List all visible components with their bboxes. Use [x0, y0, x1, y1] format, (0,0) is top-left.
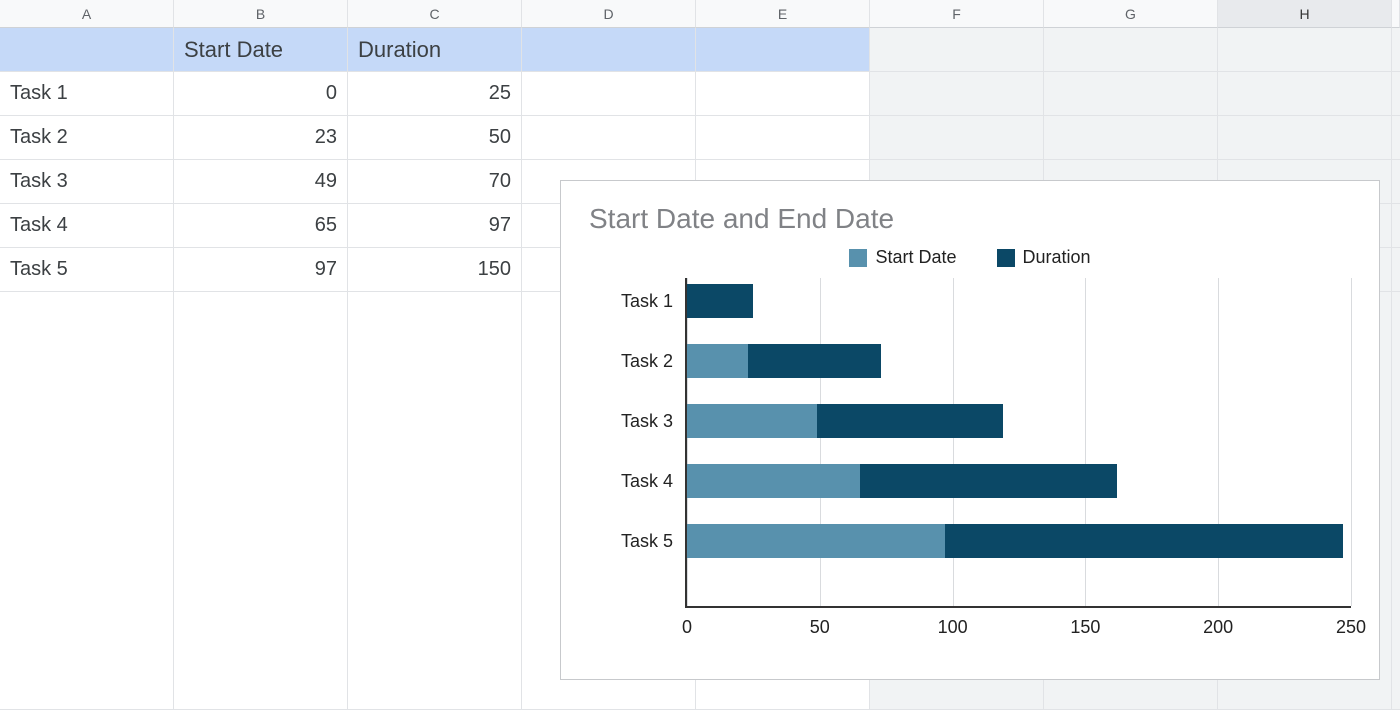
- cell-c2[interactable]: 25: [348, 72, 522, 116]
- legend-label-duration: Duration: [1023, 247, 1091, 268]
- cell-f1[interactable]: [870, 28, 1044, 72]
- y-axis-label: Task 5: [621, 531, 673, 552]
- cell-g2[interactable]: [1044, 72, 1218, 116]
- x-tick-label: 100: [938, 617, 968, 638]
- cell-filler-2: [1392, 72, 1400, 116]
- x-tick-label: 150: [1070, 617, 1100, 638]
- row-3: Task 2 23 50: [0, 116, 1400, 160]
- chart-bar-row: Task 5: [687, 524, 1351, 558]
- cell-filler-4: [1392, 160, 1400, 204]
- cell-h2[interactable]: [1218, 72, 1392, 116]
- chart-legend: Start Date Duration: [589, 247, 1351, 268]
- col-header-g[interactable]: G: [1044, 0, 1218, 28]
- y-axis-label: Task 4: [621, 471, 673, 492]
- bar-segment-duration: [860, 464, 1118, 498]
- col-header-a[interactable]: A: [0, 0, 174, 28]
- cell-b2[interactable]: 0: [174, 72, 348, 116]
- cell-e3[interactable]: [696, 116, 870, 160]
- legend-swatch-start: [849, 249, 867, 267]
- legend-swatch-duration: [997, 249, 1015, 267]
- chart-panel[interactable]: Start Date and End Date Start Date Durat…: [560, 180, 1380, 680]
- cell-h3[interactable]: [1218, 116, 1392, 160]
- col-header-d[interactable]: D: [522, 0, 696, 28]
- legend-item-duration: Duration: [997, 247, 1091, 268]
- cell-filler-3: [1392, 116, 1400, 160]
- legend-label-start: Start Date: [875, 247, 956, 268]
- bar-segment-start: [687, 344, 748, 378]
- cell-b4[interactable]: 49: [174, 160, 348, 204]
- chart-title: Start Date and End Date: [589, 203, 1351, 235]
- cell-a18[interactable]: [0, 666, 174, 710]
- cell-c18[interactable]: [348, 666, 522, 710]
- legend-item-start: Start Date: [849, 247, 956, 268]
- chart-bar-row: Task 4: [687, 464, 1351, 498]
- bar-segment-start: [687, 404, 817, 438]
- cell-g1[interactable]: [1044, 28, 1218, 72]
- gridline: [1351, 278, 1352, 606]
- bar-segment-duration: [817, 404, 1003, 438]
- chart-bar-row: Task 3: [687, 404, 1351, 438]
- cell-c6[interactable]: 150: [348, 248, 522, 292]
- bar-segment-duration: [687, 284, 753, 318]
- cell-e1[interactable]: [696, 28, 870, 72]
- cell-a4[interactable]: Task 3: [0, 160, 174, 204]
- row-2: Task 1 0 25: [0, 72, 1400, 116]
- cell-a1[interactable]: [0, 28, 174, 72]
- x-tick-label: 50: [810, 617, 830, 638]
- cell-b1[interactable]: Start Date: [174, 28, 348, 72]
- cell-d2[interactable]: [522, 72, 696, 116]
- cell-f2[interactable]: [870, 72, 1044, 116]
- col-header-e[interactable]: E: [696, 0, 870, 28]
- cell-b6[interactable]: 97: [174, 248, 348, 292]
- bar-segment-duration: [945, 524, 1343, 558]
- cell-c3[interactable]: 50: [348, 116, 522, 160]
- cell-f3[interactable]: [870, 116, 1044, 160]
- chart-plot-area: 050100150200250Task 1Task 2Task 3Task 4T…: [685, 278, 1351, 608]
- cell-h1[interactable]: [1218, 28, 1392, 72]
- cell-filler-1: [1392, 28, 1400, 72]
- col-header-f[interactable]: F: [870, 0, 1044, 28]
- y-axis-label: Task 2: [621, 351, 673, 372]
- row-1: Start Date Duration: [0, 28, 1400, 72]
- cell-d1[interactable]: [522, 28, 696, 72]
- col-header-b[interactable]: B: [174, 0, 348, 28]
- y-axis-label: Task 1: [621, 291, 673, 312]
- cell-filler-5: [1392, 204, 1400, 248]
- chart-bar-row: Task 2: [687, 344, 1351, 378]
- column-headers: A B C D E F G H: [0, 0, 1400, 28]
- bar-segment-duration: [748, 344, 881, 378]
- cell-filler-6: [1392, 248, 1400, 292]
- chart-plot: 050100150200250Task 1Task 2Task 3Task 4T…: [589, 278, 1351, 648]
- cell-filler-18: [1392, 666, 1400, 710]
- x-tick-label: 200: [1203, 617, 1233, 638]
- bar-segment-start: [687, 524, 945, 558]
- x-tick-label: 0: [682, 617, 692, 638]
- cell-g3[interactable]: [1044, 116, 1218, 160]
- col-header-filler: [1392, 0, 1400, 28]
- chart-bar-row: Task 1: [687, 284, 1351, 318]
- y-axis-label: Task 3: [621, 411, 673, 432]
- cell-a2[interactable]: Task 1: [0, 72, 174, 116]
- col-header-c[interactable]: C: [348, 0, 522, 28]
- cell-a3[interactable]: Task 2: [0, 116, 174, 160]
- cell-b3[interactable]: 23: [174, 116, 348, 160]
- col-header-h[interactable]: H: [1218, 0, 1392, 28]
- bar-segment-start: [687, 464, 860, 498]
- cell-d3[interactable]: [522, 116, 696, 160]
- x-tick-label: 250: [1336, 617, 1366, 638]
- cell-c4[interactable]: 70: [348, 160, 522, 204]
- cell-b5[interactable]: 65: [174, 204, 348, 248]
- cell-a6[interactable]: Task 5: [0, 248, 174, 292]
- cell-c1[interactable]: Duration: [348, 28, 522, 72]
- cell-a5[interactable]: Task 4: [0, 204, 174, 248]
- cell-e2[interactable]: [696, 72, 870, 116]
- cell-b18[interactable]: [174, 666, 348, 710]
- cell-c5[interactable]: 97: [348, 204, 522, 248]
